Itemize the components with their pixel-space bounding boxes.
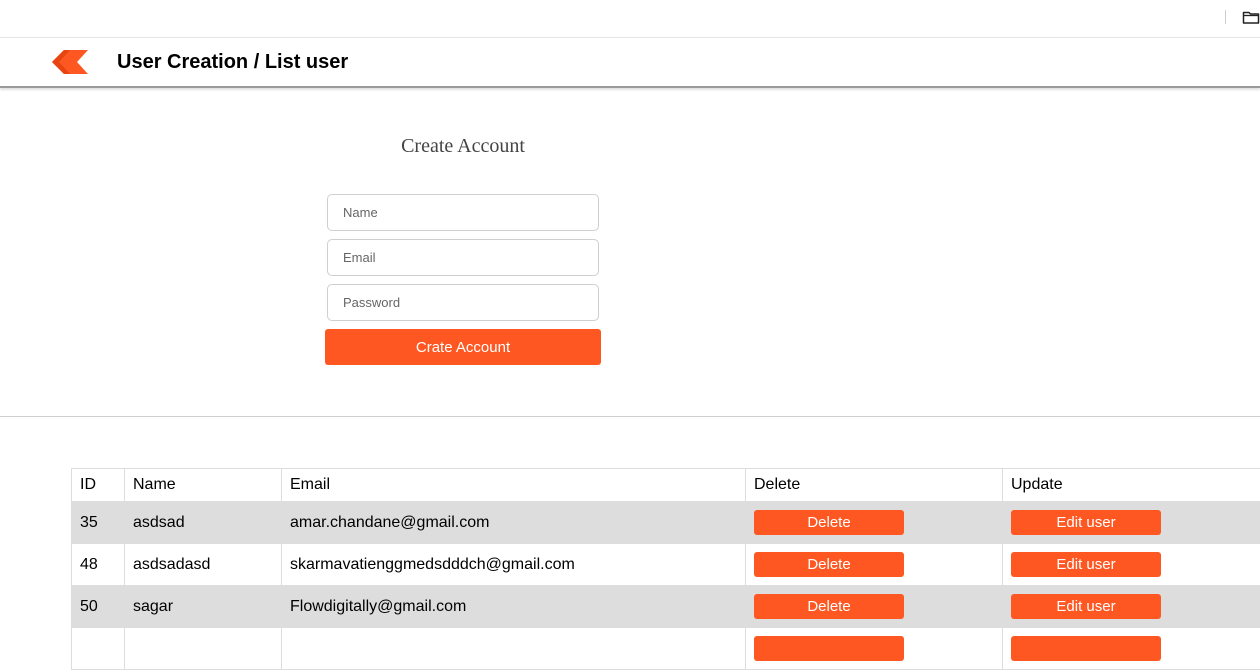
page-title: User Creation / List user — [117, 50, 348, 74]
cell-email: skarmavatienggmedsdddch@gmail.com — [282, 544, 746, 586]
cell-email: Flowdigitally@gmail.com — [282, 586, 746, 628]
cell-id: 35 — [72, 502, 125, 544]
section-divider — [0, 416, 1260, 417]
edit-user-button[interactable]: Edit user — [1011, 510, 1161, 535]
edit-user-button[interactable]: Edit user — [1011, 552, 1161, 577]
delete-button[interactable] — [754, 636, 904, 661]
delete-button[interactable]: Delete — [754, 594, 904, 619]
email-input[interactable] — [327, 239, 599, 276]
cell-delete — [746, 628, 1003, 670]
table-row: 35 asdsad amar.chandane@gmail.com Delete… — [72, 502, 1260, 544]
cell-name: asdsadasd — [125, 544, 282, 586]
cell-id — [72, 628, 125, 670]
cell-update: Edit user — [1003, 502, 1260, 544]
cell-delete: Delete — [746, 502, 1003, 544]
users-table: ID Name Email Delete Update 35 asdsad am… — [71, 468, 1260, 670]
cell-delete: Delete — [746, 544, 1003, 586]
cell-update: Edit user — [1003, 544, 1260, 586]
delete-button[interactable]: Delete — [754, 510, 904, 535]
top-toolbar — [0, 0, 1260, 38]
column-header-email: Email — [282, 469, 746, 502]
toolbar-separator — [1225, 10, 1226, 24]
cell-id: 48 — [72, 544, 125, 586]
cell-delete: Delete — [746, 586, 1003, 628]
cell-id: 50 — [72, 586, 125, 628]
edit-user-button[interactable] — [1011, 636, 1161, 661]
password-input[interactable] — [327, 284, 599, 321]
chevron-logo-icon[interactable] — [50, 50, 88, 74]
cell-name — [125, 628, 282, 670]
table-row: 48 asdsadasd skarmavatienggmedsdddch@gma… — [72, 544, 1260, 586]
table-row: 50 sagar Flowdigitally@gmail.com Delete … — [72, 586, 1260, 628]
cell-name: sagar — [125, 586, 282, 628]
column-header-delete: Delete — [746, 469, 1003, 502]
form-title: Create Account — [326, 135, 600, 158]
column-header-name: Name — [125, 469, 282, 502]
cell-email: amar.chandane@gmail.com — [282, 502, 746, 544]
cell-update — [1003, 628, 1260, 670]
app-header: User Creation / List user — [0, 38, 1260, 88]
column-header-update: Update — [1003, 469, 1260, 502]
cell-update: Edit user — [1003, 586, 1260, 628]
table-header-row: ID Name Email Delete Update — [72, 469, 1260, 502]
edit-user-button[interactable]: Edit user — [1011, 594, 1161, 619]
table-row — [72, 628, 1260, 670]
cell-email — [282, 628, 746, 670]
cell-name: asdsad — [125, 502, 282, 544]
delete-button[interactable]: Delete — [754, 552, 904, 577]
folder-icon[interactable] — [1242, 9, 1260, 25]
create-account-button[interactable]: Crate Account — [325, 329, 601, 365]
name-input[interactable] — [327, 194, 599, 231]
column-header-id: ID — [72, 469, 125, 502]
